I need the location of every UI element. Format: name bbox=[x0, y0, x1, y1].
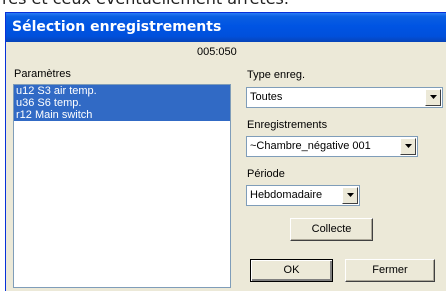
list-item[interactable]: u36 S6 temp. bbox=[14, 97, 230, 109]
chevron-down-icon bbox=[347, 193, 354, 197]
chevron-down-icon bbox=[430, 95, 437, 99]
type-enreg-label: Type enreg. bbox=[247, 69, 306, 81]
type-enreg-dropdown-button[interactable] bbox=[425, 89, 441, 106]
list-item[interactable]: u12 S3 air temp. bbox=[14, 85, 230, 97]
window-title: Sélection enregistrements bbox=[12, 19, 222, 35]
list-item[interactable]: r12 Main switch bbox=[14, 109, 230, 121]
enregistrements-value: ~Chambre_négative 001 bbox=[250, 140, 371, 152]
type-enreg-combobox[interactable]: Toutes bbox=[246, 87, 443, 108]
fermer-button[interactable]: Fermer bbox=[345, 259, 435, 282]
enregistrements-combobox[interactable]: ~Chambre_négative 001 bbox=[246, 136, 418, 157]
periode-value: Hebdomadaire bbox=[250, 189, 323, 201]
ok-button[interactable]: OK bbox=[250, 259, 333, 282]
periode-dropdown-button[interactable] bbox=[342, 187, 358, 204]
background-text: res et ceux éventuellement arrêtés. bbox=[2, 0, 289, 8]
chevron-down-icon bbox=[405, 144, 412, 148]
collecte-button-label: Collecte bbox=[311, 223, 352, 235]
enregistrements-dropdown-button[interactable] bbox=[400, 138, 416, 155]
periode-combobox[interactable]: Hebdomadaire bbox=[246, 185, 360, 206]
ok-button-label: OK bbox=[283, 264, 300, 276]
fermer-button-label: Fermer bbox=[372, 264, 408, 276]
type-enreg-value: Toutes bbox=[250, 91, 283, 103]
enregistrements-label: Enregistrements bbox=[247, 119, 328, 131]
collecte-button[interactable]: Collecte bbox=[290, 218, 373, 241]
parameters-label: Paramètres bbox=[14, 68, 71, 80]
title-bar[interactable]: Sélection enregistrements bbox=[6, 13, 446, 42]
periode-label: Période bbox=[247, 168, 285, 180]
parameters-listbox[interactable]: u12 S3 air temp. u36 S6 temp. r12 Main s… bbox=[13, 84, 231, 288]
record-id-label: 005:050 bbox=[197, 46, 237, 58]
selection-dialog: Sélection enregistrements 005:050 Paramè… bbox=[5, 12, 446, 291]
